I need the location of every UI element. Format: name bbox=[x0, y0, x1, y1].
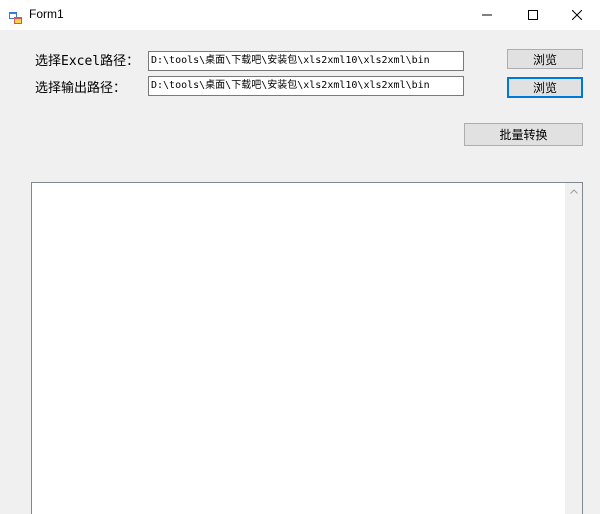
output-path-label: 选择输出路径： bbox=[35, 81, 127, 96]
log-textarea[interactable] bbox=[31, 182, 583, 514]
form-icon bbox=[9, 9, 22, 24]
window-title: Form1 bbox=[29, 7, 64, 21]
maximize-button[interactable] bbox=[510, 0, 556, 30]
maximize-icon bbox=[528, 10, 538, 20]
close-icon bbox=[572, 10, 582, 20]
title-bar[interactable]: Form1 bbox=[0, 0, 600, 30]
browse-output-button[interactable]: 浏览 bbox=[507, 77, 583, 98]
scroll-up-button[interactable] bbox=[565, 183, 582, 200]
vertical-scrollbar[interactable] bbox=[565, 183, 582, 514]
excel-path-input[interactable]: D:\tools\桌面\下载吧\安装包\xls2xml10\xls2xml\bi… bbox=[148, 51, 464, 71]
close-button[interactable] bbox=[554, 0, 600, 30]
browse-excel-button[interactable]: 浏览 bbox=[507, 49, 583, 69]
window: Form1 选择Excel路径： D:\tools\桌面\下载吧\安装包\xls… bbox=[0, 0, 600, 514]
minimize-icon bbox=[482, 14, 492, 16]
batch-convert-button[interactable]: 批量转换 bbox=[464, 123, 583, 146]
minimize-button[interactable] bbox=[464, 0, 510, 30]
output-path-input[interactable]: D:\tools\桌面\下载吧\安装包\xls2xml10\xls2xml\bi… bbox=[148, 76, 464, 96]
excel-path-label: 选择Excel路径： bbox=[35, 54, 140, 69]
chevron-up-icon bbox=[569, 189, 578, 194]
